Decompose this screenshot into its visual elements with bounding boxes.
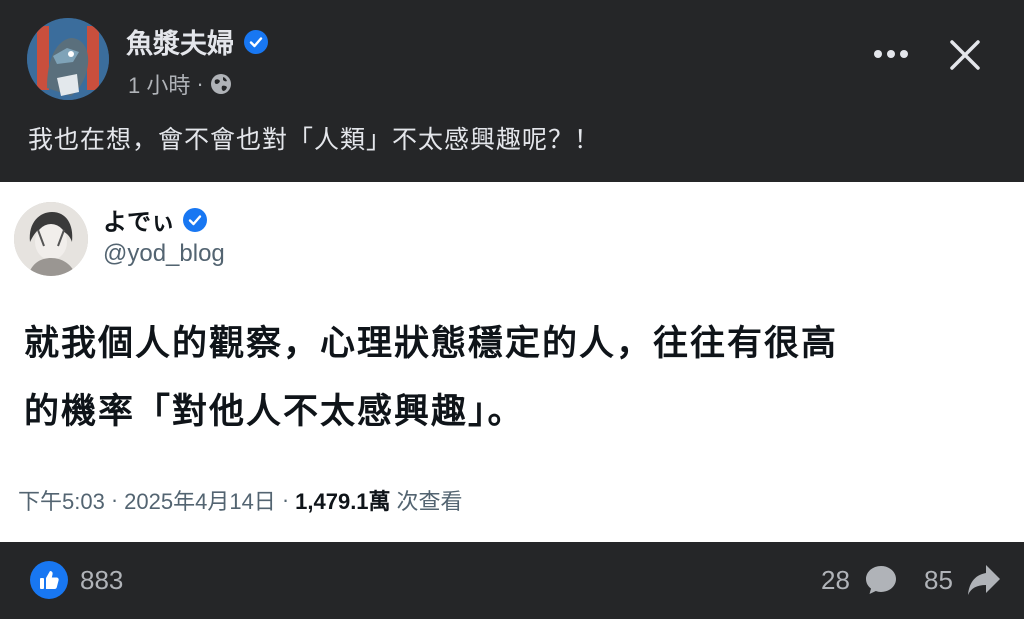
share-icon[interactable]	[966, 563, 1002, 597]
tweet-footer-dot-1: ·	[110, 487, 119, 512]
tweet-author-name-text: よでぃ	[103, 209, 175, 236]
tweet-footer-dot-2: ·	[281, 487, 290, 512]
close-icon	[950, 40, 980, 70]
globe-icon	[210, 74, 231, 94]
page-avatar[interactable]	[27, 18, 109, 100]
verified-badge-icon	[244, 29, 268, 54]
comment-icon[interactable]	[864, 564, 898, 596]
post-meta: 1 小時 ·	[128, 68, 232, 100]
meta-separator: ·	[196, 71, 204, 96]
tweet-avatar-illustration	[14, 202, 88, 276]
like-icon[interactable]	[30, 561, 68, 599]
more-options-icon	[874, 50, 908, 58]
tweet-view-label: 次查看	[396, 489, 463, 514]
tweet-time: 下午5:03	[18, 489, 105, 514]
close-button[interactable]	[940, 30, 990, 80]
comment-count[interactable]: 28	[821, 565, 850, 596]
share-count[interactable]: 85	[924, 565, 953, 596]
tweet-view-count: 1,479.1萬	[295, 489, 391, 514]
page-name[interactable]: 魚漿夫婦	[126, 22, 268, 61]
tweet-author-name: よでぃ	[103, 202, 207, 237]
tweet-verified-badge-icon	[183, 207, 207, 232]
page-name-text[interactable]: 魚漿夫婦	[126, 22, 234, 61]
post-timestamp[interactable]: 1 小時	[128, 68, 190, 100]
more-options-button[interactable]	[866, 32, 916, 76]
tweet-embed[interactable]: よでぃ @yod_blog 就我個人的觀察，心理狀態穩定的人，往往有很高 的機率…	[0, 182, 1024, 542]
facebook-post: 魚漿夫婦 1 小時 · 我也在想，會不會也對「人類」不太感興趣呢？！ よでぃ @…	[0, 0, 1024, 619]
tweet-body-line-1: 就我個人的觀察，心理狀態穩定的人，往往有很高	[24, 324, 839, 363]
post-caption: 我也在想，會不會也對「人類」不太感興趣呢？！	[28, 126, 601, 154]
tweet-footer: 下午5:03 · 2025年4月14日 · 1,479.1萬 次查看	[18, 484, 463, 516]
avatar-illustration	[27, 18, 109, 100]
tweet-body-line-2: 的機率「對他人不太感興趣」。	[24, 392, 525, 431]
tweet-avatar	[14, 202, 88, 276]
like-count[interactable]: 883	[80, 565, 123, 596]
tweet-date: 2025年4月14日	[124, 489, 276, 514]
tweet-body: 就我個人的觀察，心理狀態穩定的人，往往有很高 的機率「對他人不太感興趣」。	[24, 310, 994, 446]
tweet-author-handle: @yod_blog	[103, 240, 225, 267]
